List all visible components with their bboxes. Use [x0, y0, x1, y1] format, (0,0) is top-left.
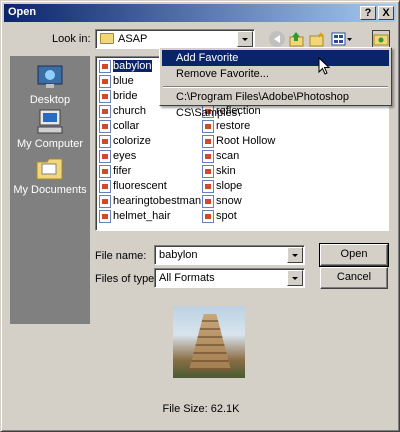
- list-item[interactable]: snow: [202, 194, 242, 209]
- view-menu-icon[interactable]: [331, 31, 353, 47]
- list-item[interactable]: restore: [202, 119, 250, 134]
- file-name-value: babylon: [159, 249, 198, 261]
- list-item[interactable]: helmet_hair: [99, 209, 170, 224]
- file-type-label: Files of type:: [95, 273, 158, 285]
- image-file-icon: [99, 60, 111, 73]
- menu-separator: [163, 86, 388, 88]
- image-file-icon: [99, 135, 111, 148]
- file-name: helmet_hair: [113, 210, 171, 222]
- chevron-down-icon[interactable]: [287, 247, 303, 263]
- look-in-label: Look in:: [52, 33, 91, 45]
- file-type-dropdown[interactable]: All Formats: [154, 268, 305, 288]
- list-item[interactable]: blue: [99, 74, 134, 89]
- file-name: spot: [216, 210, 237, 222]
- look-in-dropdown[interactable]: ASAP: [95, 29, 255, 49]
- image-file-icon: [202, 210, 214, 223]
- chevron-down-icon[interactable]: [287, 270, 303, 286]
- image-file-icon: [99, 90, 111, 103]
- list-item[interactable]: Root Hollow: [202, 134, 275, 149]
- file-name: fluorescent: [113, 180, 167, 192]
- place-my-computer[interactable]: My Computer: [10, 108, 90, 150]
- file-name: snow: [216, 195, 242, 207]
- favorites-folder-icon[interactable]: [372, 30, 390, 48]
- file-name: restore: [216, 120, 251, 132]
- list-item[interactable]: church: [99, 104, 146, 119]
- file-size-text: File Size: 62.1K: [162, 403, 240, 415]
- cancel-button[interactable]: Cancel: [320, 267, 388, 289]
- image-file-icon: [202, 195, 214, 208]
- help-button[interactable]: ?: [360, 6, 376, 20]
- list-item[interactable]: collar: [99, 119, 139, 134]
- image-file-icon: [99, 165, 111, 178]
- file-name: eyes: [113, 150, 137, 162]
- window-title: Open: [8, 6, 37, 18]
- place-my-documents[interactable]: My Documents: [10, 154, 90, 196]
- place-desktop[interactable]: Desktop: [10, 64, 90, 106]
- folder-icon: [100, 33, 114, 44]
- place-label: Desktop: [29, 94, 71, 106]
- list-item[interactable]: bride: [99, 89, 137, 104]
- image-file-icon: [99, 195, 111, 208]
- image-file-icon: [202, 165, 214, 178]
- menu-item-add-favorite[interactable]: Add Favorite: [162, 50, 389, 66]
- file-name: collar: [113, 120, 140, 132]
- back-icon[interactable]: [269, 31, 285, 47]
- list-item[interactable]: hearingtobestman: [99, 194, 201, 209]
- file-name: blue: [113, 75, 134, 87]
- place-label: My Computer: [16, 138, 84, 150]
- list-item[interactable]: skin: [202, 164, 236, 179]
- file-name: babylon: [112, 59, 153, 73]
- tower-of-babel-thumbnail: [189, 314, 231, 370]
- file-name: fifer: [113, 165, 132, 177]
- file-name: church: [113, 105, 147, 117]
- file-name: scan: [216, 150, 240, 162]
- image-file-icon: [99, 105, 111, 118]
- favorites-menu: Add Favorite Remove Favorite... C:\Progr…: [159, 47, 392, 119]
- look-in-value: ASAP: [118, 33, 148, 45]
- place-label: My Documents: [13, 184, 87, 196]
- desktop-icon: [35, 64, 65, 92]
- image-file-icon: [99, 120, 111, 133]
- image-file-icon: [99, 75, 111, 88]
- list-item[interactable]: slope: [202, 179, 242, 194]
- file-name-input[interactable]: babylon: [154, 245, 305, 265]
- list-item[interactable]: scan: [202, 149, 239, 164]
- list-item-babylon[interactable]: babylon: [99, 59, 153, 74]
- documents-folder-icon: [35, 154, 65, 182]
- chevron-down-icon[interactable]: [237, 31, 253, 47]
- file-name: Root Hollow: [216, 135, 276, 147]
- image-file-icon: [99, 180, 111, 193]
- new-folder-icon[interactable]: [309, 31, 325, 47]
- open-dialog: Open ? X Look in: ASAP Desktop My Comput…: [0, 0, 400, 432]
- up-folder-icon[interactable]: [289, 31, 305, 47]
- file-name: colorize: [113, 135, 151, 147]
- file-type-value: All Formats: [159, 272, 215, 284]
- menu-item-remove-favorite[interactable]: Remove Favorite...: [162, 66, 389, 82]
- title-bar[interactable]: Open ? X: [4, 4, 396, 22]
- file-name: hearingtobestman: [113, 195, 202, 207]
- file-name: skin: [216, 165, 236, 177]
- menu-item-favorite-path[interactable]: C:\Program Files\Adobe\Photoshop CS\Samp…: [162, 89, 389, 119]
- file-name-label: File name:: [95, 250, 147, 262]
- open-button[interactable]: Open: [319, 243, 389, 267]
- mouse-cursor-icon: [318, 57, 331, 75]
- image-file-icon: [202, 180, 214, 193]
- image-preview: [173, 306, 245, 378]
- image-file-icon: [202, 150, 214, 163]
- file-name: slope: [216, 180, 243, 192]
- list-item[interactable]: fifer: [99, 164, 131, 179]
- computer-icon: [35, 108, 65, 136]
- list-item[interactable]: eyes: [99, 149, 136, 164]
- list-item[interactable]: fluorescent: [99, 179, 167, 194]
- list-item[interactable]: spot: [202, 209, 237, 224]
- image-file-icon: [202, 135, 214, 148]
- close-button[interactable]: X: [378, 6, 394, 20]
- list-item[interactable]: colorize: [99, 134, 151, 149]
- image-file-icon: [99, 150, 111, 163]
- image-file-icon: [202, 120, 214, 133]
- image-file-icon: [99, 210, 111, 223]
- file-name: bride: [113, 90, 138, 102]
- places-bar: Desktop My Computer My Documents: [10, 56, 90, 324]
